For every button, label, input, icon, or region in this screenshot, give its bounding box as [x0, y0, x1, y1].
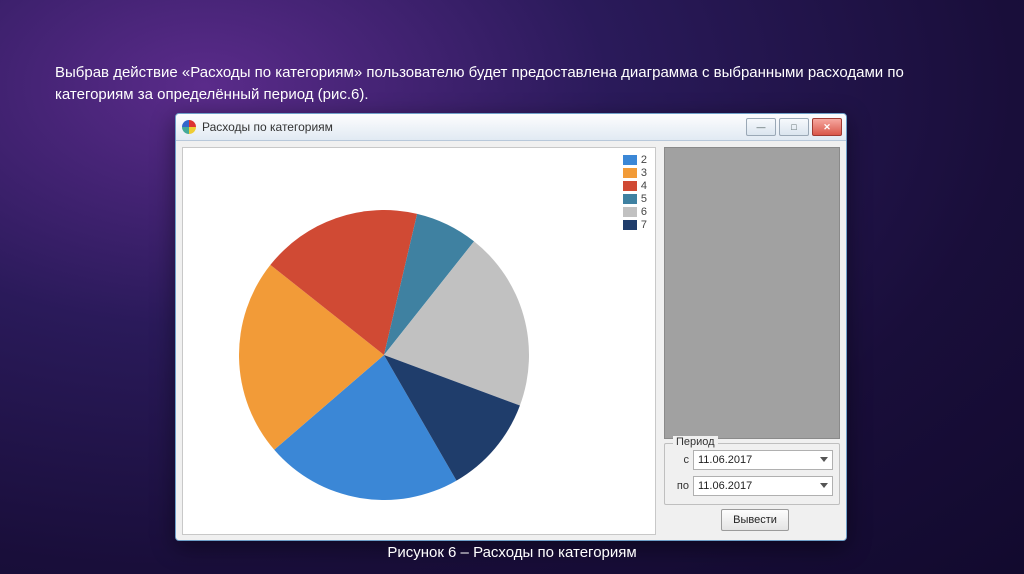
details-panel: [664, 147, 840, 439]
legend-label: 3: [641, 167, 647, 179]
app-window: Расходы по категориям — □ ✕ 234567 Перио…: [175, 113, 847, 541]
legend-swatch: [623, 220, 637, 230]
legend-label: 4: [641, 180, 647, 192]
period-from-picker[interactable]: 11.06.2017: [693, 450, 833, 470]
legend-swatch: [623, 168, 637, 178]
period-group-label: Период: [673, 436, 718, 448]
close-button[interactable]: ✕: [812, 118, 842, 136]
minimize-button[interactable]: —: [746, 118, 776, 136]
maximize-button[interactable]: □: [779, 118, 809, 136]
legend-swatch: [623, 155, 637, 165]
legend-label: 2: [641, 154, 647, 166]
period-group: Период с 11.06.2017 по 11.06.2017: [664, 443, 840, 505]
legend-label: 5: [641, 193, 647, 205]
run-button[interactable]: Вывести: [721, 509, 789, 531]
legend-swatch: [623, 207, 637, 217]
legend-item: 5: [623, 193, 647, 205]
slide-body-text: Выбрав действие «Расходы по категориям» …: [55, 62, 969, 106]
period-to-label: по: [671, 480, 689, 492]
legend-item: 7: [623, 219, 647, 231]
chart-pane: 234567: [182, 147, 656, 535]
legend-label: 6: [641, 206, 647, 218]
chart-legend: 234567: [623, 154, 647, 232]
legend-label: 7: [641, 219, 647, 231]
legend-item: 4: [623, 180, 647, 192]
legend-item: 2: [623, 154, 647, 166]
legend-item: 6: [623, 206, 647, 218]
app-icon: [182, 120, 196, 134]
figure-caption: Рисунок 6 – Расходы по категориям: [0, 544, 1024, 561]
legend-swatch: [623, 181, 637, 191]
window-titlebar: Расходы по категориям — □ ✕: [176, 114, 846, 141]
pie-chart: [239, 210, 529, 500]
period-to-picker[interactable]: 11.06.2017: [693, 476, 833, 496]
window-title: Расходы по категориям: [202, 120, 333, 134]
legend-item: 3: [623, 167, 647, 179]
period-from-label: с: [671, 454, 689, 466]
legend-swatch: [623, 194, 637, 204]
